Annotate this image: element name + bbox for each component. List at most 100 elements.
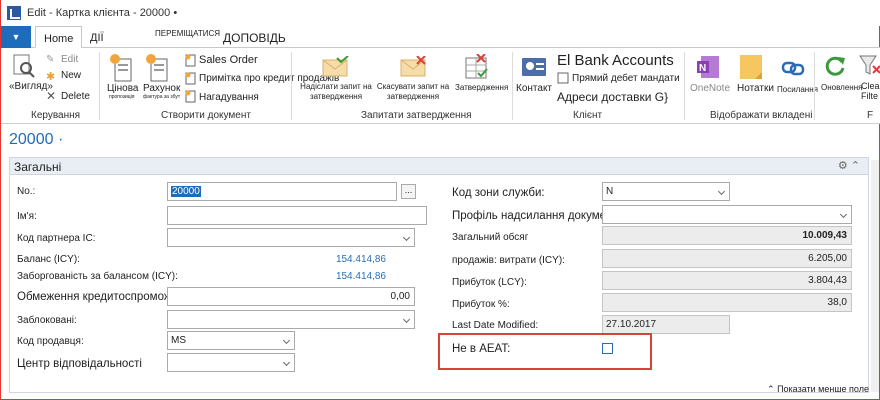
settings-icon[interactable]: ⚙ ⌃ [838, 159, 860, 172]
price-quote-icon[interactable] [109, 53, 135, 83]
contact-icon[interactable] [521, 56, 547, 78]
page-title: 20000 · [9, 131, 64, 148]
chevron-down-icon [839, 210, 848, 219]
profit-value: 3.804,43 [808, 275, 847, 286]
send-approval-button[interactable]: Надіслати запит на затвердження [297, 82, 375, 102]
general-fasttab-title: Загальні [14, 160, 62, 174]
salesperson-label: Код продавця: [17, 336, 84, 347]
send-approval-icon[interactable] [321, 56, 349, 78]
clear-filter-icon[interactable] [859, 54, 880, 78]
service-zone-value: N [606, 186, 614, 197]
no-assist-button[interactable]: ... [401, 184, 416, 199]
price-quote-sub: пропозиція [109, 94, 135, 100]
vertical-scrollbar[interactable] [871, 160, 879, 392]
last-modified-field: 27.10.2017 [602, 315, 730, 334]
chevron-down-icon [717, 187, 726, 196]
doc-sending-profile-label: Профіль надсилання документа: [452, 210, 628, 222]
show-less-toggle[interactable]: ⌃ Показати менше поле [767, 384, 869, 395]
responsibility-center-label: Центр відповідальності [17, 358, 142, 370]
total-value: 10.009,43 [802, 230, 848, 241]
service-zone-label: Код зони служби: [452, 187, 545, 199]
balance-label: Баланс (ICY): [17, 254, 80, 265]
ic-partner-label: Код партнера IC: [17, 233, 96, 244]
notes-icon[interactable] [739, 54, 763, 80]
balance-value[interactable]: 154.414,86 [291, 254, 386, 265]
tab-actions[interactable]: ДІЇ [90, 26, 104, 48]
salesperson-select[interactable]: MS [167, 331, 295, 350]
window-title: Edit - Картка клієнта - 20000 • [27, 7, 178, 19]
cancel-approval-icon[interactable] [399, 56, 427, 78]
approvals-button[interactable]: Затвердження [455, 83, 508, 92]
direct-debit-button[interactable]: Прямий дебет мандати [572, 73, 680, 84]
notes-button[interactable]: Нотатки [737, 83, 774, 94]
refresh-button[interactable]: Оновлення [821, 83, 862, 92]
invoice-button[interactable]: Рахунок [143, 83, 180, 94]
sales-order-button[interactable]: Sales Order [199, 54, 258, 66]
cancel-approval-button[interactable]: Скасувати запит на затвердження [373, 82, 453, 102]
view-icon[interactable] [13, 54, 35, 78]
group-separator [684, 52, 685, 120]
aeat-label: Не в AEAT: [452, 343, 511, 355]
title-bar: Edit - Картка клієнта - 20000 • [1, 0, 880, 26]
tab-navigate[interactable]: ПЕРЕМІЩАТИСЯ [155, 26, 220, 48]
price-quote-button[interactable]: Цінова [107, 83, 138, 94]
new-icon: ✱ [46, 71, 56, 83]
ship-to-button[interactable]: Адреси доставки G} [557, 90, 668, 104]
doc-sending-profile-select[interactable] [602, 205, 852, 224]
costs-label: продажів: витрати (ICY): [452, 255, 565, 266]
invoice-icon[interactable] [145, 53, 171, 83]
blocked-label: Заблоковані: [17, 315, 77, 326]
direct-debit-icon [557, 72, 569, 84]
general-fasttab-header[interactable]: Загальні ⚙ ⌃ [9, 157, 869, 175]
no-field-value: 20000 [171, 186, 201, 197]
links-icon[interactable] [781, 58, 805, 78]
delete-button[interactable]: Delete [61, 91, 90, 102]
delete-icon: ✕ [46, 89, 57, 103]
refresh-icon[interactable] [823, 54, 847, 78]
service-zone-select[interactable]: N [602, 182, 730, 201]
group-create-label: Створити документ [161, 110, 251, 121]
salesperson-value: MS [171, 335, 186, 346]
show-less-label: Показати менше поле [777, 384, 869, 394]
name-label: Ім'я: [17, 211, 37, 222]
reminder-icon [185, 90, 196, 103]
onenote-icon[interactable]: N [697, 54, 721, 80]
group-manage-label: Керування [31, 110, 81, 121]
contact-button[interactable]: Контакт [516, 83, 552, 94]
edit-icon: ✎ [46, 54, 55, 65]
costs-field: 6.205,00 [602, 249, 852, 268]
bank-accounts-button[interactable]: El Bank Accounts [557, 52, 674, 69]
no-field[interactable]: 20000 [167, 182, 397, 201]
group-customer-label: Клієнт [573, 110, 603, 121]
new-button[interactable]: New [61, 70, 81, 81]
approvals-icon[interactable] [463, 54, 489, 80]
responsibility-center-select[interactable] [167, 353, 295, 372]
group-separator [99, 52, 100, 120]
total-label: Загальний обсяг [452, 232, 529, 243]
profit-pct-label: Прибуток %: [452, 299, 510, 310]
chevron-down-icon [282, 336, 291, 345]
onenote-button[interactable]: OneNote [690, 83, 730, 94]
last-modified-value: 27.10.2017 [606, 319, 657, 330]
tab-report[interactable]: ДОПОВІДЬ [223, 26, 286, 48]
aeat-checkbox[interactable] [602, 343, 613, 354]
sales-order-icon [185, 54, 196, 67]
no-label: No.: [17, 186, 36, 197]
links-button[interactable]: Посилання [777, 85, 818, 94]
reminder-button[interactable]: Нагадування [199, 92, 259, 103]
clear-filter-button[interactable]: Clea Filte [861, 81, 880, 101]
file-menu-button[interactable]: ▼ [1, 26, 31, 48]
credit-limit-value: 0,00 [390, 291, 410, 302]
name-field[interactable] [167, 206, 427, 225]
overdue-value[interactable]: 154.414,86 [291, 271, 386, 282]
ribbon: «Вигляд» ✎ Edit ✱ New ✕ Delete Керування… [1, 48, 880, 124]
overdue-label: Заборгованість за балансом (ICY): [17, 271, 178, 282]
last-modified-label: Last Date Modified: [452, 320, 539, 331]
ic-partner-select[interactable] [167, 228, 415, 247]
credit-limit-field[interactable]: 0,00 [167, 287, 415, 306]
profit-label: Прибуток (LCY): [452, 277, 527, 288]
tab-home[interactable]: Home [35, 26, 83, 48]
blocked-select[interactable] [167, 310, 415, 329]
profit-pct-value: 38,0 [827, 297, 847, 308]
edit-button[interactable]: Edit [61, 54, 78, 65]
